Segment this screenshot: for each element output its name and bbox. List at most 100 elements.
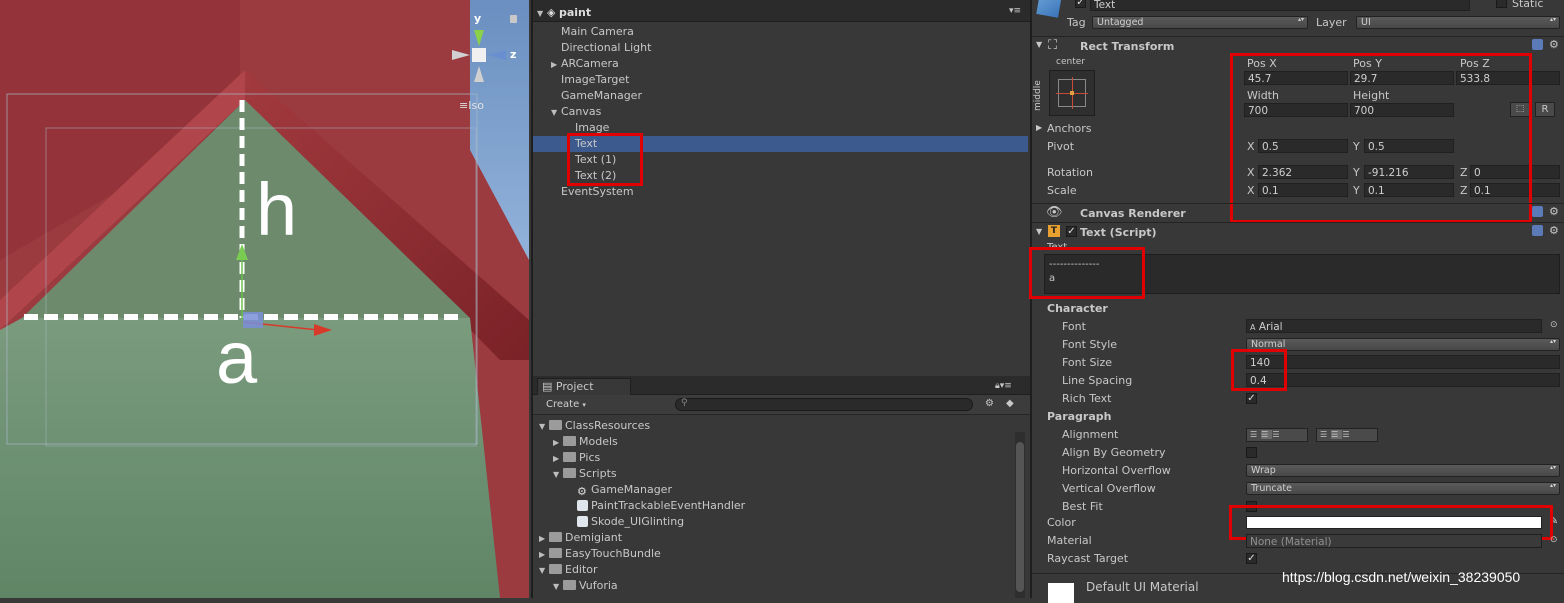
anchors-foldout-icon[interactable]: ▶ — [1036, 123, 1042, 132]
expand-arrow-icon[interactable]: ▼ — [539, 419, 549, 435]
project-item-label: Scripts — [579, 467, 617, 480]
scene-view[interactable]: y z ≡Iso h a — [0, 0, 529, 598]
expand-arrow-icon[interactable]: ▶ — [551, 57, 561, 73]
project-item[interactable]: PaintTrackableEventHandler — [567, 498, 745, 514]
rect-transform-title: Rect Transform — [1080, 40, 1175, 53]
rich-text-checkbox[interactable]: ✓ — [1246, 393, 1257, 404]
foldout-arrow-icon[interactable]: ▼ — [1036, 40, 1042, 49]
material-field[interactable]: None (Material) — [1246, 534, 1542, 548]
project-panel: ▤ Project 🔒︎▾≡ Create ▾ ⚲ ⚙ ◆ ▼ ClassReso… — [531, 376, 1030, 598]
align-top-icon[interactable]: ☰ — [1320, 430, 1331, 439]
hierarchy-item[interactable]: ImageTarget — [551, 72, 629, 88]
project-item[interactable]: ▶ Pics — [553, 450, 600, 466]
color-label: Color — [1047, 516, 1076, 529]
project-item-label: Models — [579, 435, 618, 448]
expand-arrow-icon[interactable]: ▼ — [553, 467, 563, 483]
expand-arrow-icon[interactable]: ▶ — [553, 435, 563, 451]
object-name-field[interactable]: Text — [1090, 0, 1470, 11]
font-size-field[interactable]: 140 — [1246, 355, 1560, 369]
tab-project[interactable]: ▤ Project — [537, 378, 631, 396]
project-item[interactable]: ▼ Scripts — [553, 466, 617, 482]
object-picker-icon[interactable]: ⊙ — [1550, 535, 1558, 545]
search-input[interactable]: ⚲ — [675, 398, 973, 411]
height-label: h — [256, 168, 298, 251]
project-item[interactable]: ▼ Vuforia — [553, 578, 618, 594]
vertical-alignment-buttons[interactable]: ☰☰☰ — [1316, 428, 1378, 442]
anchor-v-label: middle — [1033, 80, 1043, 111]
project-tab-icon: ▤ — [542, 380, 553, 393]
folder-icon — [563, 580, 576, 590]
settings-gear-icon[interactable]: ⚙ — [1549, 224, 1559, 237]
lock-icon[interactable] — [510, 15, 517, 23]
horizontal-alignment-buttons[interactable]: ☰☰☰ — [1246, 428, 1308, 442]
canvas-renderer-title: Canvas Renderer — [1080, 207, 1186, 220]
align-bottom-icon[interactable]: ☰ — [1342, 430, 1353, 439]
text-enabled-checkbox[interactable]: ✓ — [1066, 226, 1077, 237]
expand-arrow-icon[interactable]: ▼ — [539, 563, 549, 579]
project-item[interactable]: ▼ Editor — [539, 562, 598, 578]
raw-edit-button[interactable]: R — [1535, 102, 1555, 117]
help-icon[interactable] — [1532, 225, 1543, 236]
project-item[interactable]: ▶ Demigiant — [539, 530, 622, 546]
hierarchy-item[interactable]: GameManager — [551, 88, 642, 104]
project-item[interactable]: ▶ EasyTouchBundle — [539, 546, 661, 562]
hierarchy-item[interactable]: Directional Light — [551, 40, 651, 56]
project-item[interactable]: ▶ Models — [553, 434, 618, 450]
align-by-geometry-checkbox[interactable] — [1246, 447, 1257, 458]
align-right-icon[interactable]: ☰ — [1272, 430, 1283, 439]
expand-arrow-icon[interactable]: ▼ — [551, 105, 561, 121]
create-button[interactable]: Create ▾ — [541, 398, 593, 412]
font-style-dropdown[interactable]: Normal — [1246, 338, 1560, 351]
settings-gear-icon[interactable]: ⚙ — [1549, 38, 1559, 51]
help-icon[interactable] — [1532, 39, 1543, 50]
layer-dropdown[interactable]: UI — [1356, 16, 1560, 29]
filter-label-icon[interactable]: ◆ — [1006, 398, 1014, 409]
anchor-presets-button[interactable] — [1049, 70, 1095, 116]
tag-dropdown[interactable]: Untagged — [1092, 16, 1308, 29]
hierarchy-item[interactable]: ▶ ARCamera — [551, 56, 619, 72]
scene-canvas[interactable] — [0, 0, 529, 598]
vertical-overflow-dropdown[interactable]: Truncate — [1246, 482, 1560, 495]
font-field[interactable]: A Arial — [1246, 319, 1542, 333]
divider — [1032, 36, 1564, 37]
object-picker-icon[interactable]: ⊙ — [1550, 320, 1558, 330]
paragraph-header: Paragraph — [1047, 410, 1112, 423]
project-tab-label: Project — [555, 380, 594, 393]
project-item[interactable]: ⚙ GameManager — [567, 482, 672, 498]
vertical-overflow-label: Vertical Overflow — [1062, 482, 1156, 495]
static-checkbox[interactable] — [1496, 0, 1507, 8]
expand-arrow-icon[interactable]: ▶ — [539, 547, 549, 563]
panel-menu-icon[interactable]: ▾≡ — [1009, 6, 1021, 16]
hierarchy-item[interactable]: EventSystem — [551, 184, 634, 200]
active-checkbox[interactable]: ✓ — [1075, 0, 1086, 8]
help-icon[interactable] — [1532, 206, 1543, 217]
foldout-arrow-icon[interactable]: ▼ — [1036, 227, 1042, 236]
horizontal-overflow-dropdown[interactable]: Wrap — [1246, 464, 1560, 477]
anchor-center-dot — [1070, 91, 1074, 95]
raycast-target-checkbox[interactable]: ✓ — [1246, 553, 1257, 564]
line-spacing-field[interactable]: 0.4 — [1246, 373, 1560, 387]
anchors-label[interactable]: Anchors — [1047, 122, 1092, 135]
settings-gear-icon[interactable]: ⚙ — [1549, 205, 1559, 218]
hierarchy-scene-row[interactable]: ▼ ◈ paint — [537, 5, 591, 21]
expand-arrow-icon[interactable]: ▶ — [539, 531, 549, 547]
font-size-label: Font Size — [1062, 356, 1113, 369]
character-header: Character — [1047, 302, 1108, 315]
project-item[interactable]: Skode_UIGlinting — [567, 514, 684, 530]
hierarchy-item[interactable]: ▼ Canvas — [551, 104, 601, 120]
scrollbar-thumb[interactable] — [1016, 442, 1024, 592]
panel-lock-menu-icon[interactable]: 🔒︎▾≡ — [995, 381, 1012, 391]
alignment-label: Alignment — [1062, 428, 1119, 441]
project-scrollbar[interactable] — [1015, 432, 1025, 598]
expand-arrow-icon[interactable]: ▼ — [553, 579, 563, 595]
align-middle-icon[interactable]: ☰ — [1331, 430, 1343, 439]
view-mode-label[interactable]: ≡Iso — [459, 99, 484, 112]
align-center-icon[interactable]: ☰ — [1261, 430, 1273, 439]
expand-arrow-icon[interactable]: ▶ — [553, 451, 563, 467]
filter-type-icon[interactable]: ⚙ — [985, 398, 994, 409]
raycast-target-label: Raycast Target — [1047, 552, 1129, 565]
project-item[interactable]: ▼ ClassResources — [539, 418, 650, 434]
hierarchy-item[interactable]: Main Camera — [551, 24, 634, 40]
align-left-icon[interactable]: ☰ — [1250, 430, 1261, 439]
expand-arrow-icon[interactable]: ▼ — [537, 6, 547, 22]
